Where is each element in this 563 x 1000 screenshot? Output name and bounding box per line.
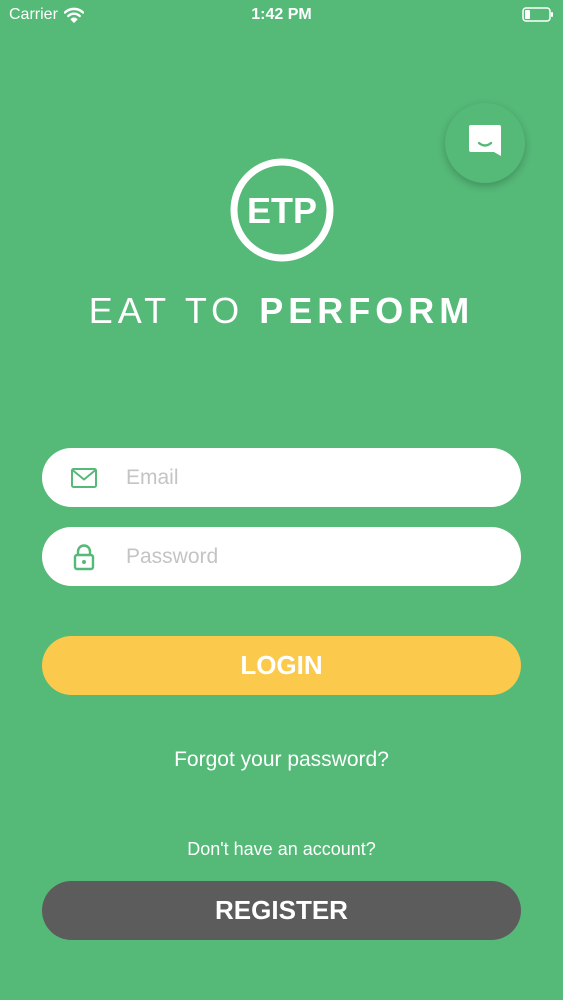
mail-icon	[70, 464, 98, 492]
chat-bubble-icon	[465, 121, 505, 166]
login-button[interactable]: LOGIN	[42, 636, 521, 695]
no-account-text: Don't have an account?	[187, 839, 376, 859]
password-field[interactable]	[42, 527, 521, 586]
register-button[interactable]: REGISTER	[42, 881, 521, 940]
brand-name-bold: PERFORM	[259, 290, 475, 331]
password-input[interactable]	[126, 527, 496, 586]
logo-monogram: ETP	[247, 190, 317, 231]
status-time: 1:42 PM	[251, 6, 312, 23]
battery-icon	[522, 7, 554, 22]
email-input[interactable]	[126, 448, 496, 507]
chat-button[interactable]	[445, 103, 525, 183]
forgot-password-link[interactable]: Forgot your password?	[0, 748, 563, 772]
etp-logo: ETP	[229, 157, 335, 263]
status-bar: Carrier 1:42 PM	[0, 0, 563, 30]
lock-icon	[70, 543, 98, 571]
email-field[interactable]	[42, 448, 521, 507]
brand-name: EAT TO PERFORM	[0, 290, 563, 332]
brand-name-light: EAT TO	[88, 290, 245, 331]
